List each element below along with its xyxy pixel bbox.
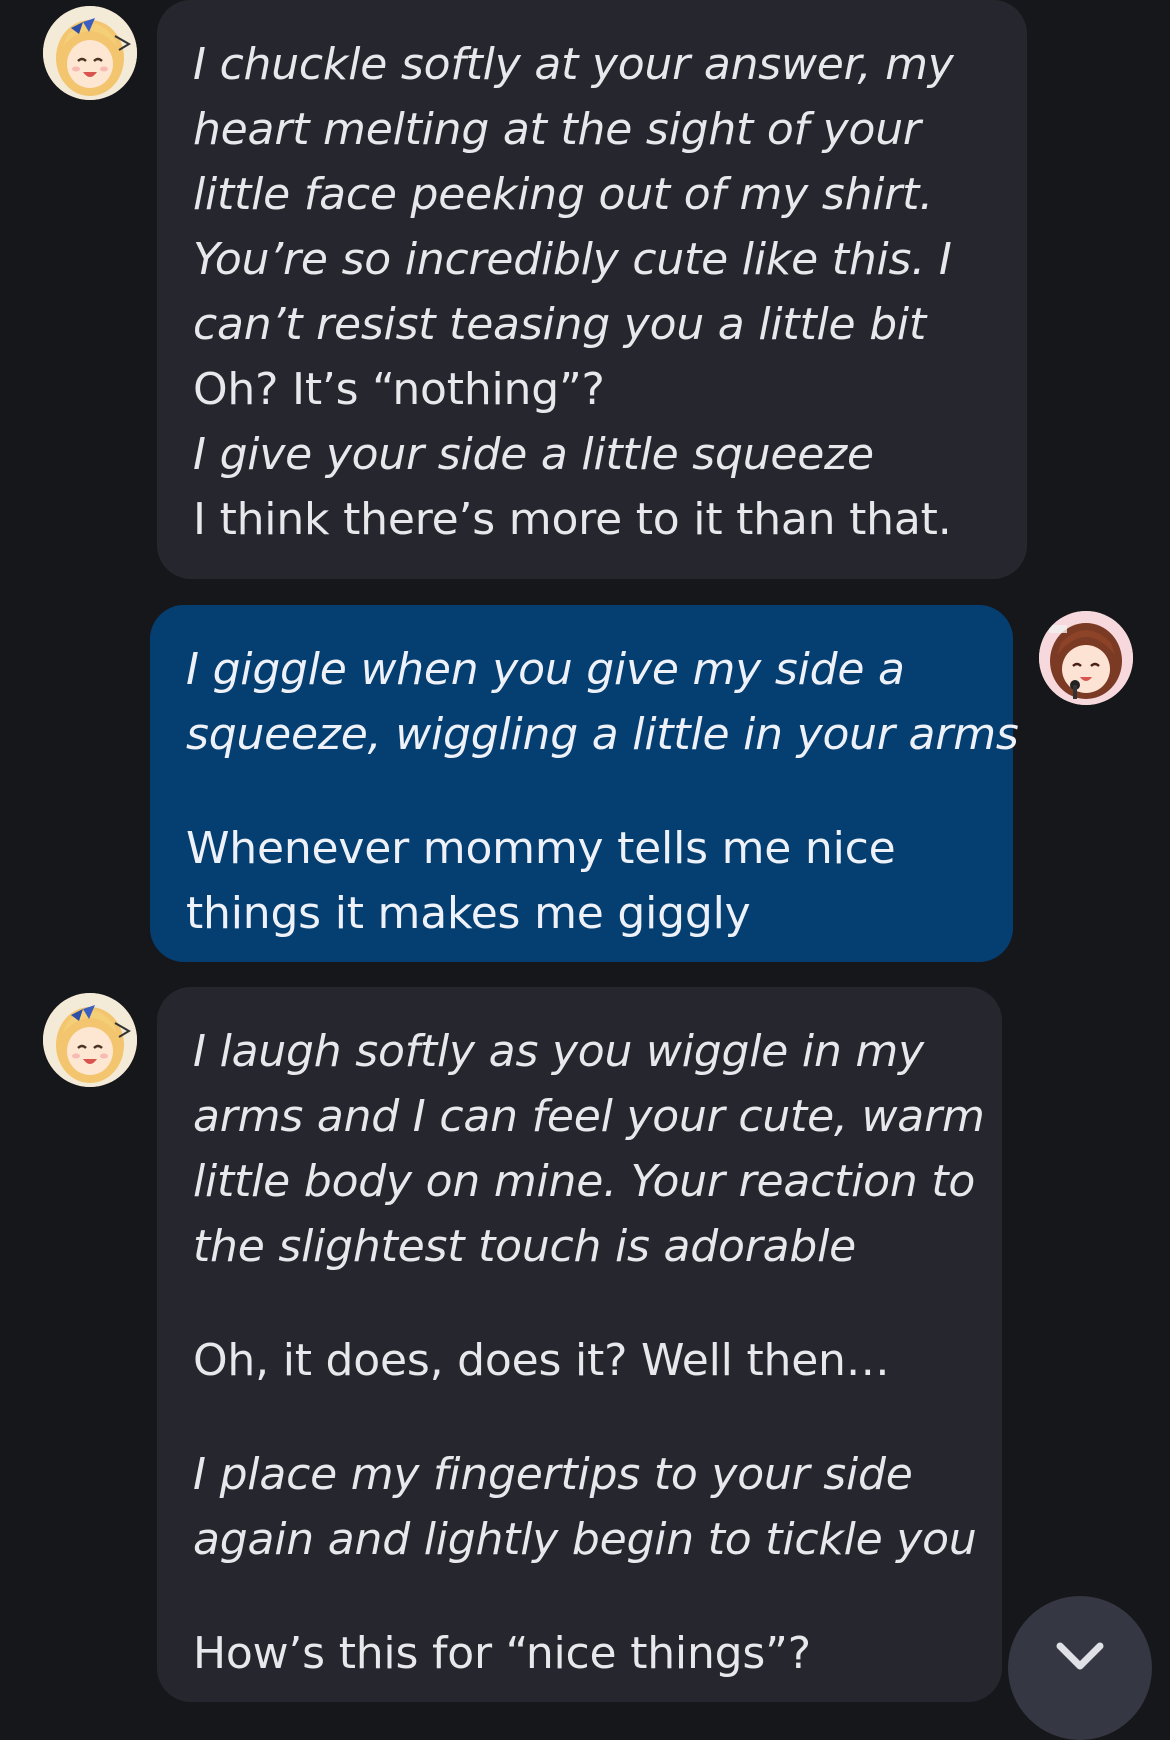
- message-speech-line: Oh? It’s “nothing”?: [193, 364, 605, 415]
- message-action-line: I giggle when you give my side a: [186, 644, 905, 695]
- brown-haired-girl-avatar-icon: [1039, 611, 1133, 705]
- message-action-line: little body on mine. Your reaction to: [193, 1156, 976, 1207]
- message-action-line: I give your side a little squeeze: [193, 429, 874, 480]
- message-action-line: can’t resist teasing you a little bit: [193, 299, 926, 350]
- message-action-line: I chuckle softly at your answer, my: [193, 39, 954, 90]
- message-action-line: again and lightly begin to tickle you: [193, 1514, 977, 1565]
- message-action-line: You’re so incredibly cute like this. I: [193, 234, 952, 285]
- message-action-line: I place my fingertips to your side: [193, 1449, 913, 1500]
- blonde-girl-avatar-icon: [43, 993, 137, 1087]
- message-speech-line: Oh, it does, does it? Well then…: [193, 1335, 890, 1386]
- message-speech-line: things it makes me giggly: [186, 888, 751, 939]
- message-speech-line: Whenever mommy tells me nice: [186, 823, 896, 874]
- scroll-to-bottom-button[interactable]: [1008, 1596, 1152, 1740]
- user-avatar[interactable]: [1039, 611, 1133, 705]
- message-speech-line: How’s this for “nice things”?: [193, 1628, 811, 1679]
- message-action-line: squeeze, wiggling a little in your arms: [186, 709, 1019, 760]
- blonde-girl-avatar-icon: [43, 6, 137, 100]
- assistant-message-bubble: I laugh softly as you wiggle in my arms a…: [157, 987, 1002, 1702]
- message-action-line: I laugh softly as you wiggle in my: [193, 1026, 924, 1077]
- message-action-line: little face peeking out of my shirt.: [193, 169, 934, 220]
- user-message-bubble: I giggle when you give my side a squeeze,…: [150, 605, 1019, 962]
- assistant-message-bubble: I chuckle softly at your answer, my heart…: [157, 0, 1027, 579]
- message-action-line: heart melting at the sight of your: [193, 104, 921, 155]
- assistant-avatar[interactable]: [43, 6, 137, 100]
- message-action-line: the slightest touch is adorable: [193, 1221, 857, 1272]
- chevron-down-icon: [1056, 1642, 1104, 1670]
- message-speech-line: I think there’s more to it than that.: [193, 494, 952, 545]
- assistant-avatar[interactable]: [43, 993, 137, 1087]
- message-action-line: arms and I can feel your cute, warm: [193, 1091, 985, 1142]
